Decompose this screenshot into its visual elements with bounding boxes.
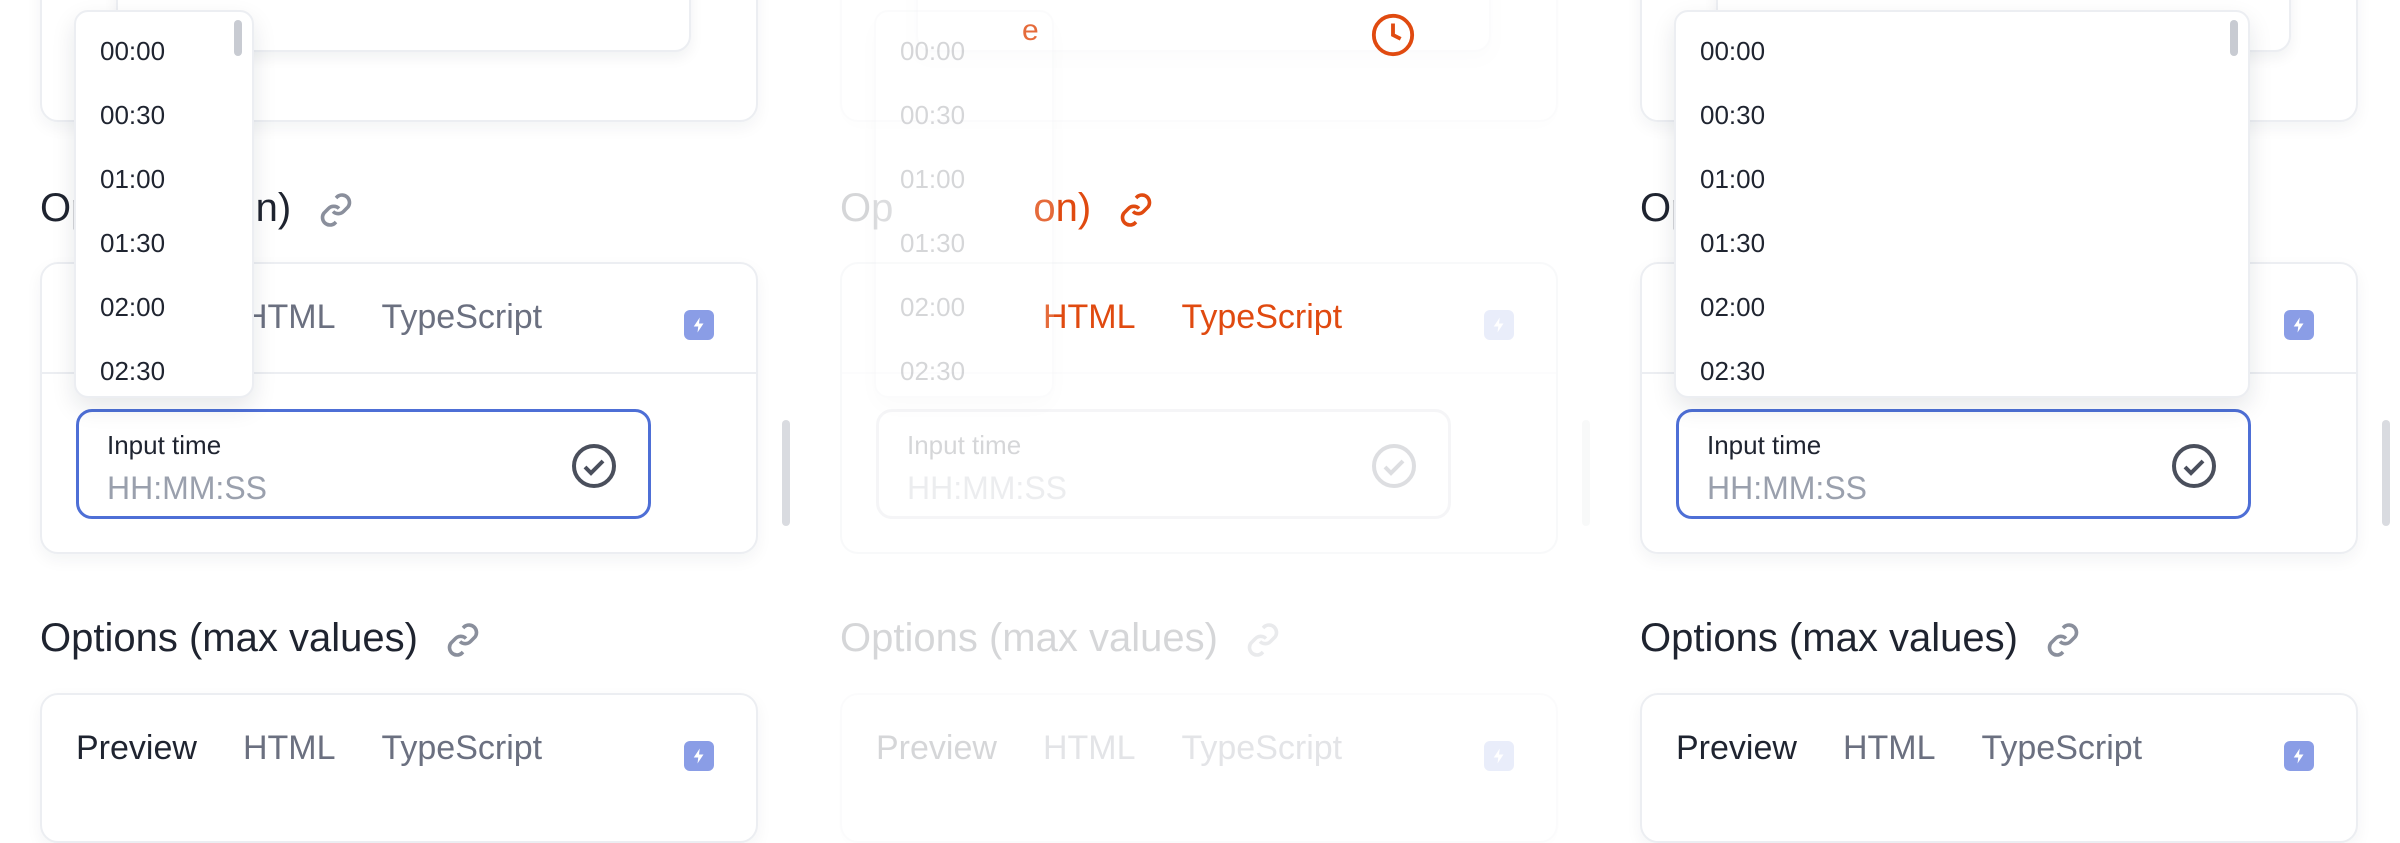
link-icon[interactable] <box>1245 622 1281 658</box>
example-card-max: Preview HTML TypeScript <box>840 693 1558 843</box>
tab-typescript[interactable]: TypeScript <box>1182 298 1343 337</box>
dropdown-scrollbar[interactable] <box>234 20 242 56</box>
input-time-label: Input time <box>1707 430 1822 460</box>
tab-html[interactable]: HTML <box>243 729 336 768</box>
bolt-icon[interactable] <box>1484 741 1514 771</box>
time-option[interactable]: 02:00 <box>1700 292 1765 323</box>
input-time-field[interactable]: Input time HH:MM:SS <box>76 409 651 519</box>
time-option[interactable]: 02:00 <box>100 292 165 323</box>
time-option[interactable]: 00:30 <box>1700 100 1765 131</box>
clock-icon[interactable] <box>1370 12 1416 58</box>
tab-preview[interactable]: Preview <box>1676 729 1797 768</box>
link-icon[interactable] <box>318 192 354 228</box>
time-option[interactable]: 00:00 <box>900 36 965 67</box>
title-text: Options (max values) <box>1640 616 2018 660</box>
time-option[interactable]: 01:30 <box>1700 228 1765 259</box>
bolt-icon[interactable] <box>684 310 714 340</box>
input-time-placeholder: HH:MM:SS <box>907 470 1067 506</box>
link-icon[interactable] <box>1118 192 1154 228</box>
bolt-icon[interactable] <box>1484 310 1514 340</box>
time-option[interactable]: 01:00 <box>100 164 165 195</box>
section-title-max: Options (max values) <box>40 616 481 661</box>
title-text: Options (max values) <box>40 616 418 660</box>
tab-html[interactable]: HTML <box>243 298 336 337</box>
input-time-field[interactable]: Input time HH:MM:SS <box>876 409 1451 519</box>
tab-preview[interactable]: Preview <box>76 729 197 768</box>
input-time-placeholder: HH:MM:SS <box>107 470 267 506</box>
field-label-fragment: e <box>288 0 305 2</box>
time-option[interactable]: 02:30 <box>900 356 965 387</box>
column-2: e Opon) Preview HTML TypeScript Input ti… <box>800 0 1590 843</box>
title-text: Options (max values) <box>840 616 1218 660</box>
input-time-placeholder: HH:MM:SS <box>1707 470 1867 506</box>
tab-bar: Preview HTML TypeScript <box>1676 729 2188 768</box>
input-time-label: Input time <box>107 430 222 460</box>
example-card-max: Preview HTML TypeScript <box>1640 693 2358 843</box>
bolt-icon[interactable] <box>684 741 714 771</box>
check-circle-icon[interactable] <box>2170 442 2218 490</box>
time-option[interactable]: 02:30 <box>1700 356 1765 387</box>
link-icon[interactable] <box>2045 622 2081 658</box>
scrollbar[interactable] <box>782 420 790 526</box>
scrollbar[interactable] <box>2382 420 2390 526</box>
dropdown-scrollbar[interactable] <box>2230 20 2238 56</box>
column-1: e Opon) Preview HTML TypeScript Input ti… <box>0 0 790 843</box>
input-time-label: Input time <box>907 430 1022 460</box>
check-circle-icon[interactable] <box>570 442 618 490</box>
tab-typescript[interactable]: TypeScript <box>382 729 543 768</box>
example-card-max: Preview HTML TypeScript <box>40 693 758 843</box>
tab-typescript[interactable]: TypeScript <box>1982 729 2143 768</box>
bolt-icon[interactable] <box>2284 741 2314 771</box>
tab-typescript[interactable]: TypeScript <box>1182 729 1343 768</box>
time-option[interactable]: 01:30 <box>100 228 165 259</box>
scrollbar[interactable] <box>1582 420 1590 526</box>
tab-bar: Preview HTML TypeScript <box>876 729 1388 768</box>
tab-html[interactable]: HTML <box>1843 729 1936 768</box>
time-option[interactable]: 00:30 <box>900 100 965 131</box>
tab-html[interactable]: HTML <box>1043 729 1136 768</box>
tab-bar: Preview HTML TypeScript <box>76 729 588 768</box>
time-option[interactable]: 00:00 <box>100 36 165 67</box>
time-dropdown[interactable]: 00:00 00:30 01:00 01:30 02:00 02:30 <box>874 10 1054 398</box>
tab-html[interactable]: HTML <box>1043 298 1136 337</box>
link-icon[interactable] <box>445 622 481 658</box>
time-option[interactable]: 01:30 <box>900 228 965 259</box>
tab-preview[interactable]: Preview <box>876 729 997 768</box>
time-option[interactable]: 00:00 <box>1700 36 1765 67</box>
time-option[interactable]: 01:00 <box>1700 164 1765 195</box>
column-3: Op Input time HH:MM:SS Options (max valu… <box>1600 0 2390 843</box>
time-option[interactable]: 02:30 <box>100 356 165 387</box>
section-title-max: Options (max values) <box>1640 616 2081 661</box>
time-dropdown[interactable]: 00:00 00:30 01:00 01:30 02:00 02:30 <box>74 10 254 398</box>
input-time-field[interactable]: Input time HH:MM:SS <box>1676 409 2251 519</box>
tab-typescript[interactable]: TypeScript <box>382 298 543 337</box>
time-option[interactable]: 01:00 <box>900 164 965 195</box>
time-dropdown[interactable]: 00:00 00:30 01:00 01:30 02:00 02:30 <box>1674 10 2250 398</box>
check-circle-icon[interactable] <box>1370 442 1418 490</box>
time-option[interactable]: 00:30 <box>100 100 165 131</box>
time-option[interactable]: 02:00 <box>900 292 965 323</box>
section-title-max: Options (max values) <box>840 616 1281 661</box>
bolt-icon[interactable] <box>2284 310 2314 340</box>
